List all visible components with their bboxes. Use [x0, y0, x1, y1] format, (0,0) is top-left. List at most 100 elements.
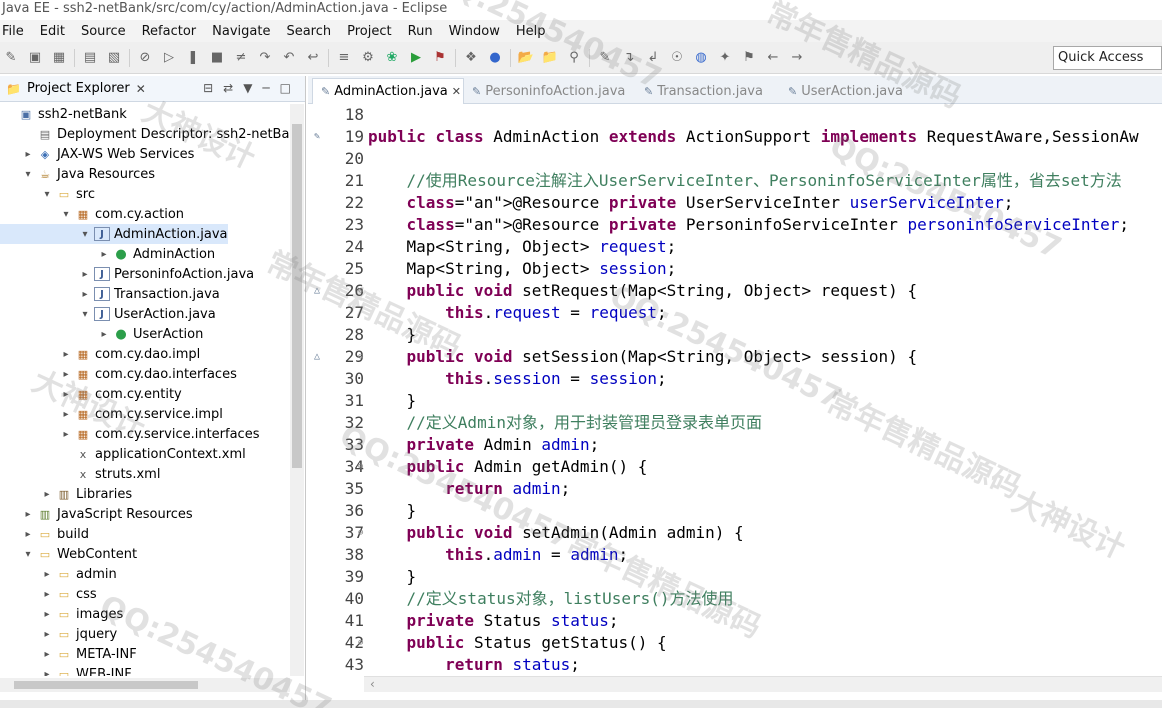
- code-line[interactable]: }: [368, 390, 417, 412]
- expanded-arrow-icon[interactable]: ▾: [59, 209, 73, 220]
- fold-toggle-icon[interactable]: ⊖: [358, 456, 368, 478]
- nav-back-icon[interactable]: ←: [764, 49, 782, 67]
- collapsed-arrow-icon[interactable]: ▸: [40, 489, 54, 500]
- tree-item[interactable]: ▸ ▦ com.cy.service.impl: [0, 404, 222, 424]
- annotation-next-icon[interactable]: ↴: [620, 49, 638, 67]
- tree-horizontal-scrollbar[interactable]: [0, 678, 290, 692]
- menu-window[interactable]: Window: [449, 24, 500, 39]
- expanded-arrow-icon[interactable]: ▾: [21, 169, 35, 180]
- editor-tab-personinfoaction[interactable]: ✎ PersoninfoAction.java: [464, 78, 633, 104]
- maximize-icon[interactable]: □: [280, 81, 291, 95]
- save-icon[interactable]: ▣: [26, 49, 44, 67]
- code-line[interactable]: this.session = session;: [368, 368, 667, 390]
- code-line[interactable]: private Admin admin;: [368, 434, 600, 456]
- expanded-arrow-icon[interactable]: ▾: [78, 229, 92, 240]
- collapsed-arrow-icon[interactable]: ▸: [40, 669, 54, 677]
- tree-item[interactable]: ▣ ssh2-netBank: [0, 104, 127, 124]
- editor-tab-adminaction[interactable]: ✎ AdminAction.java ✕: [312, 78, 464, 104]
- code-line[interactable]: //定义status对象，listUsers()方法使用: [368, 588, 734, 610]
- tree-vertical-scrollbar[interactable]: [290, 104, 304, 676]
- code-line[interactable]: //定义Admin对象，用于封装管理员登录表单页面: [368, 412, 762, 434]
- quick-fix-icon[interactable]: ✎: [314, 126, 326, 148]
- code-line[interactable]: }: [368, 566, 417, 588]
- tree-item[interactable]: ▸ ● AdminAction: [0, 244, 215, 264]
- menu-edit[interactable]: Edit: [40, 24, 65, 39]
- tree-item[interactable]: ▾ J UserAction.java: [0, 304, 215, 324]
- code-area[interactable]: 18 19 ✎ 20 21 22 23 24 25 26 ⊖ △ 27 28 29 ⊖ △ 30 31 32 33 34 ⊖…: [308, 104, 1162, 684]
- resume-icon[interactable]: ▷: [160, 49, 178, 67]
- scrollbar-thumb[interactable]: [14, 681, 198, 689]
- code-line[interactable]: }: [368, 324, 417, 346]
- editor-tab-useraction[interactable]: ✎ UserAction.java: [780, 78, 911, 104]
- tree-item[interactable]: ▸ ▦ com.cy.service.interfaces: [0, 424, 259, 444]
- save-all-icon[interactable]: ▦: [50, 49, 68, 67]
- expanded-arrow-icon[interactable]: ▾: [78, 309, 92, 320]
- tree-item[interactable]: ▸ ▭ images: [0, 604, 123, 624]
- collapsed-arrow-icon[interactable]: ▸: [21, 149, 35, 160]
- collapsed-arrow-icon[interactable]: ▸: [59, 409, 73, 420]
- new-java-project-icon[interactable]: ❖: [462, 49, 480, 67]
- override-marker-icon[interactable]: △: [314, 346, 326, 368]
- close-icon[interactable]: ✕: [136, 82, 146, 96]
- disconnect-icon[interactable]: ≠: [232, 49, 250, 67]
- collapsed-arrow-icon[interactable]: ▸: [21, 509, 35, 520]
- expanded-arrow-icon[interactable]: ▾: [21, 549, 35, 560]
- bookmark-icon[interactable]: ⚑: [740, 49, 758, 67]
- code-line[interactable]: return status;: [368, 654, 580, 676]
- tree-item[interactable]: ▸ ▭ META-INF: [0, 644, 136, 664]
- outline-icon[interactable]: ≡: [335, 49, 353, 67]
- collapsed-arrow-icon[interactable]: ▸: [59, 429, 73, 440]
- nav-forward-icon[interactable]: →: [788, 49, 806, 67]
- menu-project[interactable]: Project: [347, 24, 391, 39]
- code-line[interactable]: class="an">@Resource private UserService…: [368, 192, 1014, 214]
- editor-horizontal-scrollbar[interactable]: ‹: [364, 676, 1162, 692]
- fold-toggle-icon[interactable]: ⊖: [358, 632, 368, 654]
- tree-item[interactable]: x applicationContext.xml: [0, 444, 246, 464]
- menu-run[interactable]: Run: [408, 24, 433, 39]
- collapsed-arrow-icon[interactable]: ▸: [59, 389, 73, 400]
- menu-source[interactable]: Source: [81, 24, 126, 39]
- link-editor-icon[interactable]: ⇄: [223, 81, 233, 95]
- collapsed-arrow-icon[interactable]: ▸: [78, 289, 92, 300]
- tree-item[interactable]: x struts.xml: [0, 464, 161, 484]
- code-line[interactable]: public void setSession(Map<String, Objec…: [368, 346, 918, 368]
- tools-icon[interactable]: ✦: [716, 49, 734, 67]
- tree-item[interactable]: ▸ ▥ JavaScript Resources: [0, 504, 192, 524]
- terminate-icon[interactable]: ■: [208, 49, 226, 67]
- tree-item[interactable]: ▸ ▭ jquery: [0, 624, 117, 644]
- code-line[interactable]: public Status getStatus() {: [368, 632, 667, 654]
- collapsed-arrow-icon[interactable]: ▸: [40, 609, 54, 620]
- collapsed-arrow-icon[interactable]: ▸: [40, 569, 54, 580]
- collapsed-arrow-icon[interactable]: ▸: [78, 269, 92, 280]
- server-icon[interactable]: ⚙: [359, 49, 377, 67]
- tree-item[interactable]: ▸ ◈ JAX-WS Web Services: [0, 144, 194, 164]
- fold-toggle-icon[interactable]: ⊖: [358, 522, 368, 544]
- tree-item[interactable]: ▾ J AdminAction.java: [0, 224, 228, 244]
- collapsed-arrow-icon[interactable]: ▸: [97, 249, 111, 260]
- tree-item[interactable]: ▸ J PersoninfoAction.java: [0, 264, 254, 284]
- tree-item[interactable]: ▸ ▭ css: [0, 584, 96, 604]
- menu-file[interactable]: File: [2, 24, 24, 39]
- tree-item[interactable]: ▸ ▭ admin: [0, 564, 116, 584]
- tree-item[interactable]: ▸ ● UserAction: [0, 324, 203, 344]
- suspend-icon[interactable]: ❚: [184, 49, 202, 67]
- skip-breakpoints-icon[interactable]: ⊘: [136, 49, 154, 67]
- globe-icon[interactable]: ◍: [692, 49, 710, 67]
- collapsed-arrow-icon[interactable]: ▸: [40, 589, 54, 600]
- tree-item[interactable]: ▾ ▭ WebContent: [0, 544, 137, 564]
- external-tools-icon[interactable]: ⚑: [431, 49, 449, 67]
- tree-item[interactable]: ▸ ▦ com.cy.dao.interfaces: [0, 364, 236, 384]
- code-line[interactable]: this.admin = admin;: [368, 544, 628, 566]
- open-folder-icon[interactable]: 📁: [541, 49, 559, 67]
- collapsed-arrow-icon[interactable]: ▸: [59, 349, 73, 360]
- code-line[interactable]: private Status status;: [368, 610, 619, 632]
- close-icon[interactable]: ✕: [452, 85, 461, 98]
- code-line[interactable]: class="an">@Resource private PersoninfoS…: [368, 214, 1129, 236]
- fold-toggle-icon[interactable]: ⊖: [358, 280, 368, 302]
- scrollbar-thumb[interactable]: [292, 124, 302, 468]
- code-line[interactable]: Map<String, Object> session;: [368, 258, 677, 280]
- step-into-icon[interactable]: ↷: [256, 49, 274, 67]
- debug-icon[interactable]: ❀: [383, 49, 401, 67]
- collapsed-arrow-icon[interactable]: ▸: [97, 329, 111, 340]
- code-line[interactable]: public void setAdmin(Admin admin) {: [368, 522, 744, 544]
